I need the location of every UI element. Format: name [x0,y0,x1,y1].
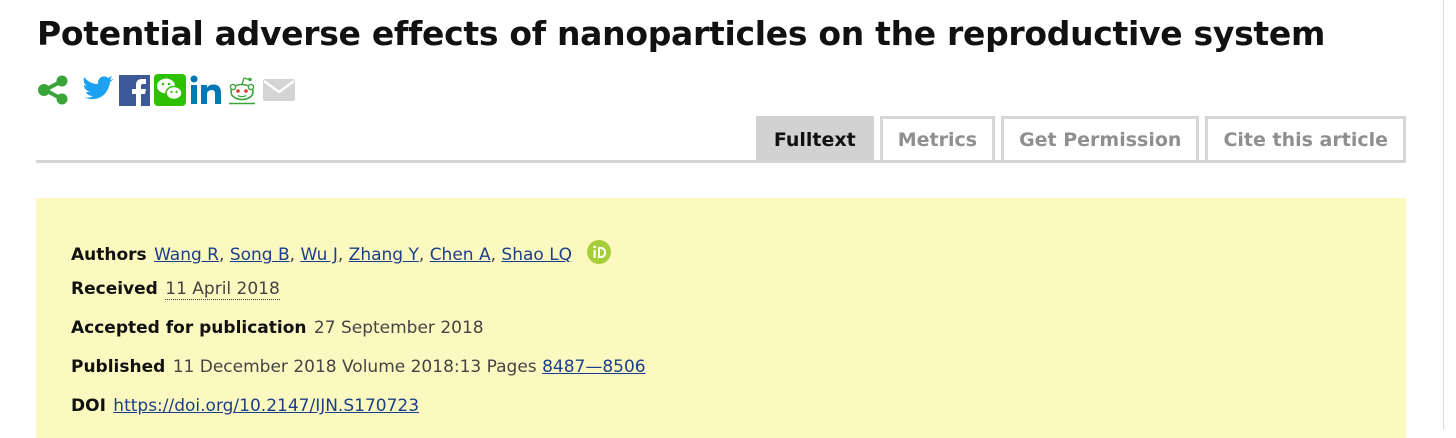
published-row: Published 11 December 2018 Volume 2018:1… [71,357,646,377]
share-bar [37,74,300,110]
page-right-border [1443,0,1444,429]
pages-link[interactable]: 8487—8506 [542,357,646,377]
email-icon[interactable] [262,77,296,107]
volume-text: Volume 2018:13 [341,357,482,377]
published-label: Published [71,357,166,377]
article-tabs: Fulltext Metrics Get Permission Cite thi… [750,116,1406,160]
reddit-icon[interactable] [226,75,258,109]
doi-row: DOI https://doi.org/10.2147/IJN.S170723 [71,396,419,416]
article-title: Potential adverse effects of nanoparticl… [37,14,1326,53]
pages-label: Pages [486,357,537,377]
tab-get-permission[interactable]: Get Permission [1001,116,1200,160]
tab-cite-this-article[interactable]: Cite this article [1205,116,1406,160]
twitter-icon[interactable] [81,75,115,109]
orcid-icon[interactable] [587,240,612,269]
tab-metrics[interactable]: Metrics [879,116,996,160]
tab-fulltext[interactable]: Fulltext [755,116,874,160]
received-row: Received 11 April 2018 [71,279,280,300]
authors-row: Authors Wang R, Song B, Wu J, Zhang Y, C… [71,240,612,269]
share-icon[interactable] [37,74,69,110]
accepted-row: Accepted for publication 27 September 20… [71,318,484,338]
author-link[interactable]: Chen A [430,245,491,265]
published-date: 11 December 2018 [172,357,337,377]
linkedin-icon[interactable] [190,75,222,109]
tab-underline-divider [36,160,1406,163]
received-label: Received [71,279,158,299]
article-meta-box: Authors Wang R, Song B, Wu J, Zhang Y, C… [36,198,1406,438]
author-link[interactable]: Song B [230,245,290,265]
author-link[interactable]: Wang R [154,245,219,265]
received-date: 11 April 2018 [165,279,280,300]
facebook-icon[interactable] [119,74,150,110]
doi-label: DOI [71,396,106,416]
doi-link[interactable]: https://doi.org/10.2147/IJN.S170723 [113,396,419,416]
author-link[interactable]: Wu J [300,245,337,265]
accepted-label: Accepted for publication [71,318,307,338]
authors-label: Authors [71,245,147,265]
accepted-date: 27 September 2018 [313,318,484,338]
wechat-icon[interactable] [154,74,186,110]
author-link[interactable]: Zhang Y [349,245,419,265]
author-link[interactable]: Shao LQ [501,245,572,265]
